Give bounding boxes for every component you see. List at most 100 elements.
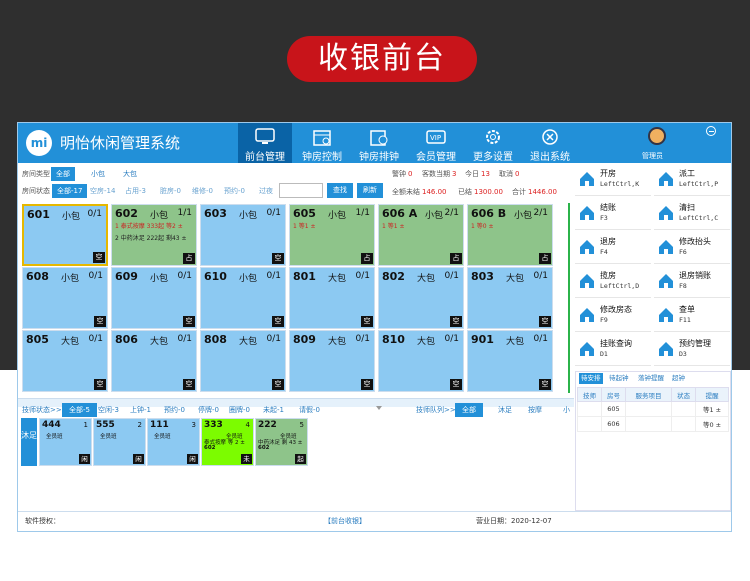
tech-queue-tab[interactable]: 按摩 — [528, 403, 542, 417]
chevron-down-icon[interactable] — [376, 406, 382, 410]
avatar[interactable] — [648, 127, 666, 145]
room-card[interactable]: 608 小包 0/1 空 — [22, 267, 108, 329]
room-card[interactable]: 803 大包 0/1 空 — [467, 267, 553, 329]
action-broom[interactable]: 清扫 LeftCtrl,C — [654, 198, 730, 230]
room-card[interactable]: 801 大包 0/1 空 — [289, 267, 375, 329]
order-tab[interactable]: 待起钟 — [609, 373, 629, 384]
alert-value: 0 — [408, 170, 413, 178]
nav-vip[interactable]: VIP 会员管理 — [409, 123, 463, 163]
tech-card[interactable]: 555 2 全员班闲 — [93, 418, 146, 466]
tech-status-tab[interactable]: 停牌-0 — [198, 403, 219, 417]
room-status-badge: 空 — [361, 379, 373, 390]
action-handshake[interactable]: 揽房 LeftCtrl,D — [575, 266, 651, 298]
room-type: 大包 — [328, 274, 347, 284]
room-card[interactable]: 603 小包 0/1 空 — [200, 204, 286, 266]
room-status-badge: 占 — [450, 253, 462, 264]
action-undo[interactable]: 退房 F4 — [575, 232, 651, 264]
action-house-user[interactable]: 退房销账 F8 — [654, 266, 730, 298]
room-card[interactable]: 808 大包 0/1 空 — [200, 330, 286, 392]
tech-queue-tab[interactable]: 小 — [563, 403, 570, 417]
total-label: 全额未结 — [392, 188, 420, 196]
action-grid[interactable]: 挂账查询 D1 — [575, 334, 651, 366]
tech-number: 444 — [42, 420, 61, 430]
scrollbar[interactable] — [568, 203, 570, 393]
room-card[interactable]: 809 大包 0/1 空 — [289, 330, 375, 392]
tech-card[interactable]: 333 4 全员班 泰式按摩 等 2 ±602 未 — [201, 418, 254, 466]
room-status-tab[interactable]: 全部-17 — [52, 184, 88, 198]
room-card[interactable]: 602 小包 1/1 1 泰式按摩 333起 等2 ± 2 中药沐足 222起 剩43 … — [111, 204, 197, 266]
refresh-button[interactable]: 刷新 — [357, 183, 383, 198]
room-card[interactable]: 606 B 小包 2/1 1 等0 ± 占 — [467, 204, 553, 266]
table-row[interactable]: 605 等1 ± — [577, 401, 729, 417]
room-card[interactable]: 601 小包 0/1 空 — [22, 204, 108, 266]
tech-queue-tab[interactable]: 全部 — [455, 403, 483, 417]
action-house-edit[interactable]: 修改房态 F9 — [575, 300, 651, 332]
tech-status-tab[interactable]: 全部-5 — [62, 403, 97, 417]
room-status-tab[interactable]: 维修-0 — [192, 184, 213, 198]
room-card[interactable]: 609 小包 0/1 空 — [111, 267, 197, 329]
action-name: 预约管理 — [679, 339, 711, 348]
order-tab[interactable]: 待安排 — [579, 373, 603, 384]
alert-label: 取消 — [499, 170, 513, 178]
tech-status-tab[interactable]: 空闲-3 — [98, 403, 119, 417]
nav-gear[interactable]: 更多设置 — [466, 123, 520, 163]
room-card[interactable]: 802 大包 0/1 空 — [378, 267, 464, 329]
action-search-doc[interactable]: 查单 F11 — [654, 300, 730, 332]
action-name: 退房销账 — [679, 271, 711, 280]
action-name: 开房 — [600, 169, 616, 178]
room-card[interactable]: 605 小包 1/1 1 等1 ± 占 — [289, 204, 375, 266]
order-column-header: 状态 — [671, 387, 697, 402]
total-value: 146.00 — [422, 188, 447, 196]
room-status-tab[interactable]: 预约-0 — [224, 184, 245, 198]
business-date: 营业日期：2020-12-07 — [476, 517, 552, 525]
room-status-tab[interactable]: 空房-14 — [90, 184, 115, 198]
tech-card[interactable]: 444 1 全员班闲 — [39, 418, 92, 466]
nav-calendar[interactable]: 钟房控制 — [295, 123, 349, 163]
action-book[interactable]: 预约管理 D3 — [654, 334, 730, 366]
tech-status-tab[interactable]: 请假-0 — [299, 403, 320, 417]
room-type-tab[interactable]: 大包 — [123, 167, 137, 181]
tech-queue-tab[interactable]: 沐足 — [498, 403, 512, 417]
tech-group: 全员班 — [100, 434, 117, 440]
room-number: 809 — [293, 333, 316, 346]
room-type: 大包 — [61, 337, 80, 347]
room-card[interactable]: 805 大包 0/1 空 — [22, 330, 108, 392]
order-tab[interactable]: 超钟 — [672, 373, 685, 384]
license-label: 软件授权： — [25, 517, 60, 525]
order-tab[interactable]: 落钟提醒 — [638, 373, 664, 384]
search-button[interactable]: 查找 — [327, 183, 353, 198]
room-card[interactable]: 806 大包 0/1 空 — [111, 330, 197, 392]
room-status-badge: 占 — [183, 253, 195, 264]
room-type: 大包 — [150, 337, 169, 347]
alert-counter: 警钟 0 — [392, 167, 412, 181]
tech-status-tab[interactable]: 未起-1 — [263, 403, 284, 417]
tech-status-tab[interactable]: 圈牌-0 — [229, 403, 250, 417]
tech-status-tab[interactable]: 上钟-1 — [130, 403, 151, 417]
room-card[interactable]: 610 小包 0/1 空 — [200, 267, 286, 329]
action-edit[interactable]: 修改抬头 F6 — [654, 232, 730, 264]
action-house[interactable]: 开房 LeftCtrl,K — [575, 164, 651, 196]
room-status-tab[interactable]: 占用-3 — [125, 184, 146, 198]
room-status-tab[interactable]: 脏房-0 — [160, 184, 181, 198]
room-type-tab[interactable]: 小包 — [91, 167, 105, 181]
room-card[interactable]: 606 A 小包 2/1 1 等1 ± 占 — [378, 204, 464, 266]
action-yen[interactable]: 结账 F3 — [575, 198, 651, 230]
nav-monitor[interactable]: 前台管理 — [238, 123, 292, 163]
minimize-icon[interactable] — [706, 126, 716, 136]
room-number: 901 — [471, 333, 494, 346]
table-row[interactable]: 606 等0 ± — [577, 416, 729, 432]
room-type-tab[interactable]: 全部 — [51, 167, 75, 181]
action-worker[interactable]: 派工 LeftCtrl,P — [654, 164, 730, 196]
status-bar: 软件授权： 【前台收银】 营业日期：2020-12-07 — [18, 511, 731, 531]
room-status-tab[interactable]: 过夜 — [259, 184, 273, 198]
room-card[interactable]: 901 大包 0/1 空 — [467, 330, 553, 392]
search-input[interactable] — [279, 183, 323, 198]
nav-close[interactable]: 退出系统 — [523, 123, 577, 163]
tech-card[interactable]: 222 5 全员班 中药沐足 剩 43 ±602 起 — [255, 418, 308, 466]
tech-status-tab[interactable]: 预约-0 — [164, 403, 185, 417]
room-card[interactable]: 810 大包 0/1 空 — [378, 330, 464, 392]
nav-schedule[interactable]: 钟房排钟 — [352, 123, 406, 163]
total-amount: 已结 1300.00 — [458, 185, 503, 199]
room-number: 603 — [204, 207, 227, 220]
tech-card[interactable]: 111 3 全员班闲 — [147, 418, 200, 466]
